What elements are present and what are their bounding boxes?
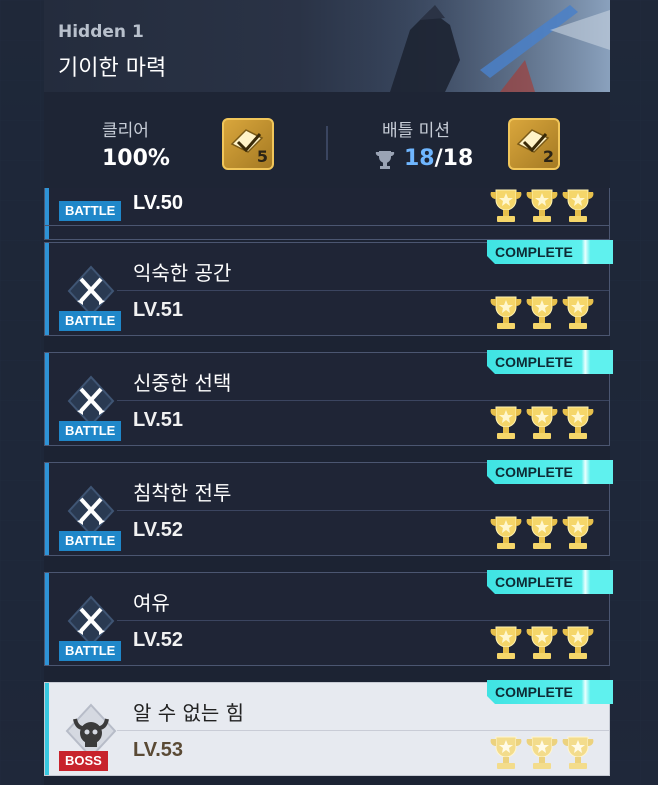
stage-card-boss[interactable]: 알 수 없는 힘 LV.53 BOSS COMPLETE: [44, 682, 610, 776]
clear-reward-item[interactable]: 5: [222, 118, 274, 170]
trophy-small-icon: [375, 151, 395, 169]
battle-tag: BATTLE: [59, 311, 122, 331]
stage-divider: [117, 510, 609, 511]
stage-name: 침착한 전투: [133, 481, 232, 505]
complete-badge: COMPLETE: [487, 240, 613, 264]
trophy-icon: [562, 626, 594, 660]
stage-level: LV.51: [133, 299, 184, 321]
stage-accent-bar: [45, 243, 49, 335]
mission-progress: 18/18: [404, 146, 473, 171]
right-background-panel: [610, 0, 658, 785]
stage-accent-bar: [45, 188, 49, 225]
trophy-icon: [490, 406, 522, 440]
chapter-subtitle: Hidden 1: [58, 22, 144, 42]
chapter-title: 기이한 마력: [58, 56, 167, 81]
battle-tag: BATTLE: [59, 641, 122, 661]
trophy-rating: [489, 188, 595, 224]
mission-reward-item[interactable]: 2: [508, 118, 560, 170]
stage-name: 신중한 선택: [133, 371, 232, 395]
stage-card[interactable]: 여유 LV.52 BATTLE COMPLETE: [44, 572, 610, 666]
battle-tag: BATTLE: [59, 201, 122, 221]
stage-name: 알 수 없는 힘: [133, 701, 245, 725]
stage-card[interactable]: 익숙한 공간 LV.51 BATTLE COMPLETE: [44, 242, 610, 336]
trophy-rating: [489, 625, 595, 661]
stage-card[interactable]: 신중한 선택 LV.51 BATTLE COMPLETE: [44, 352, 610, 446]
summary-divider: [326, 126, 328, 160]
trophy-icon: [526, 296, 558, 330]
trophy-icon: [490, 189, 522, 223]
stage-list-panel: Hidden 1 기이한 마력 클리어 100% 5 배틀 미션 18/18 2…: [44, 0, 610, 785]
complete-badge: COMPLETE: [487, 570, 613, 594]
trophy-icon: [562, 406, 594, 440]
mission-reward-count: 2: [542, 147, 554, 166]
clear-reward-count: 5: [256, 147, 268, 166]
stage-level: LV.53: [133, 739, 184, 761]
boss-tag: BOSS: [59, 751, 108, 771]
clear-label: 클리어: [102, 121, 149, 141]
battle-tag: BATTLE: [59, 531, 122, 551]
stage-level: LV.50: [133, 192, 184, 214]
trophy-icon: [526, 736, 558, 770]
stage-name: 익숙한 공간: [133, 261, 232, 285]
stage-divider: [117, 730, 609, 731]
trophy-rating: [489, 735, 595, 771]
mission-done: 18: [404, 146, 435, 171]
complete-badge: COMPLETE: [487, 460, 613, 484]
trophy-icon: [490, 626, 522, 660]
mission-total: /18: [434, 146, 474, 171]
trophy-icon: [490, 736, 522, 770]
chapter-header: Hidden 1 기이한 마력: [44, 0, 610, 92]
stage-divider: [117, 400, 609, 401]
stage-level: LV.52: [133, 629, 184, 651]
clear-value: 100%: [102, 146, 170, 171]
stage-level: LV.52: [133, 519, 184, 541]
stage-name: 여유: [133, 591, 170, 615]
stage-divider: [117, 290, 609, 291]
stage-accent-bar: [45, 353, 49, 445]
trophy-icon: [526, 406, 558, 440]
stage-divider: [117, 620, 609, 621]
stage-card[interactable]: 침착한 전투 LV.52 BATTLE COMPLETE: [44, 462, 610, 556]
complete-badge: COMPLETE: [487, 680, 613, 704]
stage-accent-bar: [45, 683, 49, 775]
chapter-art-image: [350, 0, 610, 92]
stage-card-partial[interactable]: LV.50 BATTLE: [44, 188, 610, 226]
trophy-icon: [490, 516, 522, 550]
trophy-rating: [489, 515, 595, 551]
trophy-icon: [526, 516, 558, 550]
trophy-icon: [562, 189, 594, 223]
mission-label: 배틀 미션: [382, 121, 450, 141]
trophy-rating: [489, 295, 595, 331]
stage-accent-bar: [45, 463, 49, 555]
trophy-icon: [562, 296, 594, 330]
stage-accent-bar: [45, 573, 49, 665]
trophy-icon: [562, 516, 594, 550]
stage-level: LV.51: [133, 409, 184, 431]
left-background-panel: [0, 0, 44, 785]
summary-overlay: 클리어 100% 5 배틀 미션 18/18 2: [44, 92, 610, 188]
battle-tag: BATTLE: [59, 421, 122, 441]
trophy-icon: [490, 296, 522, 330]
trophy-icon: [526, 189, 558, 223]
trophy-icon: [526, 626, 558, 660]
complete-badge: COMPLETE: [487, 350, 613, 374]
trophy-icon: [562, 736, 594, 770]
trophy-rating: [489, 405, 595, 441]
